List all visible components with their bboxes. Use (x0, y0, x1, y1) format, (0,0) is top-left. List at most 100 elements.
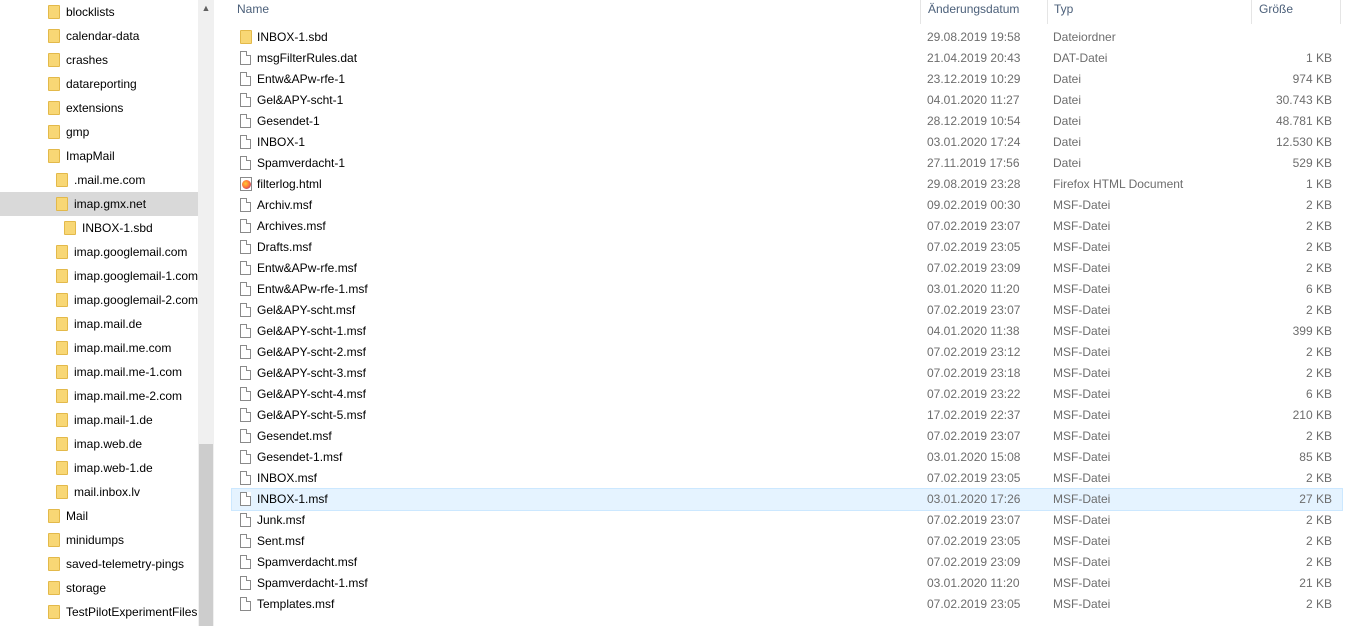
file-size: 2 KB (1305, 303, 1332, 317)
file-icon (240, 492, 251, 506)
nav-item[interactable]: Mail (0, 504, 198, 528)
file-type: MSF-Datei (1053, 240, 1111, 254)
file-row[interactable]: Spamverdacht-1 27.11.2019 17:56 Datei 529 K… (232, 153, 1342, 174)
file-row[interactable]: Gel&APY-scht-5.msf 17.02.2019 22:37 MSF-Da… (232, 405, 1342, 426)
nav-item[interactable]: imap.web-1.de (0, 456, 198, 480)
file-rows: INBOX-1.sbd 29.08.2019 19:58 Dateiordner ms… (231, 27, 1343, 615)
file-row[interactable]: Gesendet-1 28.12.2019 10:54 Datei 48.781 KB (232, 111, 1342, 132)
file-row[interactable]: Spamverdacht.msf 07.02.2019 23:09 MSF-Date… (232, 552, 1342, 573)
nav-item[interactable]: imap.web.de (0, 432, 198, 456)
nav-item[interactable]: imap.mail.me-2.com (0, 384, 198, 408)
file-date: 07.02.2019 23:07 (927, 303, 1021, 317)
file-date: 04.01.2020 11:38 (927, 324, 1020, 338)
file-size: 210 KB (1292, 408, 1332, 422)
column-separator[interactable] (1047, 0, 1048, 24)
file-date: 07.02.2019 23:09 (927, 261, 1021, 275)
nav-item-label: extensions (66, 101, 124, 115)
file-row[interactable]: INBOX-1.sbd 29.08.2019 19:58 Dateiordner (232, 27, 1342, 48)
file-row[interactable]: msgFilterRules.dat 21.04.2019 20:43 DAT-Da… (232, 48, 1342, 69)
file-size: 2 KB (1305, 555, 1332, 569)
nav-item[interactable]: imap.googlemail-1.com (0, 264, 198, 288)
nav-item[interactable]: imap.mail-1.de (0, 408, 198, 432)
nav-item[interactable]: ImapMail (0, 144, 198, 168)
file-row[interactable]: Gel&APY-scht-4.msf 07.02.2019 23:22 MSF-Da… (232, 384, 1342, 405)
nav-item[interactable]: imap.googlemail-2.com (0, 288, 198, 312)
file-date: 07.02.2019 23:07 (927, 513, 1021, 527)
file-name: Gel&APY-scht-5.msf (257, 408, 366, 422)
file-row[interactable]: Archiv.msf 09.02.2019 00:30 MSF-Datei 2 KB (232, 195, 1342, 216)
file-date: 29.08.2019 19:58 (927, 30, 1021, 44)
folder-icon (48, 605, 60, 619)
file-row[interactable]: INBOX-1.msf 03.01.2020 17:26 MSF-Datei 27 K… (231, 488, 1343, 511)
file-row[interactable]: Gesendet-1.msf 03.01.2020 15:08 MSF-Datei 8… (232, 447, 1342, 468)
file-type: Dateiordner (1053, 30, 1116, 44)
nav-item[interactable]: crashes (0, 48, 198, 72)
file-name: INBOX-1.sbd (257, 30, 328, 44)
folder-icon (56, 245, 68, 259)
nav-item[interactable]: minidumps (0, 528, 198, 552)
file-row[interactable]: INBOX-1 03.01.2020 17:24 Datei 12.530 KB (232, 132, 1342, 153)
file-row[interactable]: Gel&APY-scht-1 04.01.2020 11:27 Datei 30.74… (232, 90, 1342, 111)
file-row[interactable]: Archives.msf 07.02.2019 23:07 MSF-Datei 2 K… (232, 216, 1342, 237)
folder-icon (56, 437, 68, 451)
nav-scrollbar-thumb[interactable] (199, 444, 213, 626)
column-separator[interactable] (920, 0, 921, 24)
nav-item[interactable]: calendar-data (0, 24, 198, 48)
file-row[interactable]: Drafts.msf 07.02.2019 23:05 MSF-Datei 2 KB (232, 237, 1342, 258)
file-row[interactable]: Entw&APw-rfe-1.msf 03.01.2020 11:20 MSF-Da… (232, 279, 1342, 300)
chevron-up-icon[interactable]: ▲ (198, 0, 214, 17)
nav-item[interactable]: gmp (0, 120, 198, 144)
nav-item[interactable]: imap.mail.me.com (0, 336, 198, 360)
folder-icon (48, 557, 60, 571)
file-name: Gel&APY-scht-1.msf (257, 324, 366, 338)
folder-icon (48, 533, 60, 547)
file-row[interactable]: INBOX.msf 07.02.2019 23:05 MSF-Datei 2 KB (232, 468, 1342, 489)
column-header-size[interactable]: Größe (1259, 0, 1293, 20)
file-date: 28.12.2019 10:54 (927, 114, 1021, 128)
nav-item[interactable]: TestPilotExperimentFiles (0, 600, 198, 624)
file-icon (240, 261, 251, 275)
nav-item[interactable]: saved-telemetry-pings (0, 552, 198, 576)
file-row[interactable]: Entw&APw-rfe.msf 07.02.2019 23:09 MSF-Date… (232, 258, 1342, 279)
file-row[interactable]: Gel&APY-scht-2.msf 07.02.2019 23:12 MSF-Da… (232, 342, 1342, 363)
file-row[interactable]: Sent.msf 07.02.2019 23:05 MSF-Datei 2 KB (232, 531, 1342, 552)
nav-scrollbar[interactable]: ▲ (198, 0, 214, 626)
file-name: Archiv.msf (257, 198, 313, 212)
file-icon (240, 387, 251, 401)
file-row[interactable]: Gel&APY-scht-3.msf 07.02.2019 23:18 MSF-Da… (232, 363, 1342, 384)
nav-item[interactable]: imap.mail.de (0, 312, 198, 336)
file-row[interactable]: Gel&APY-scht-1.msf 04.01.2020 11:38 MSF-Da… (232, 321, 1342, 342)
file-name: msgFilterRules.dat (257, 51, 358, 65)
nav-item[interactable]: imap.googlemail.com (0, 240, 198, 264)
file-row[interactable]: Templates.msf 07.02.2019 23:05 MSF-Datei 2 … (232, 594, 1342, 615)
nav-item[interactable]: .mail.me.com (0, 168, 198, 192)
file-date: 04.01.2020 11:27 (927, 93, 1020, 107)
file-icon (240, 156, 251, 170)
nav-item[interactable]: storage (0, 576, 198, 600)
column-separator[interactable] (1251, 0, 1252, 24)
nav-item[interactable]: blocklists (0, 0, 198, 24)
nav-item[interactable]: mail.inbox.lv (0, 480, 198, 504)
file-date: 07.02.2019 23:05 (927, 597, 1021, 611)
file-row[interactable]: Gel&APY-scht.msf 07.02.2019 23:07 MSF-Date… (232, 300, 1342, 321)
file-name: Drafts.msf (257, 240, 312, 254)
nav-item[interactable]: imap.gmx.net (0, 192, 198, 216)
column-header-type[interactable]: Typ (1054, 0, 1073, 20)
column-separator[interactable] (1340, 0, 1341, 24)
file-date: 03.01.2020 11:20 (927, 576, 1020, 590)
column-header-date[interactable]: Änderungsdatum (928, 0, 1019, 20)
file-row[interactable]: Spamverdacht-1.msf 03.01.2020 11:20 MSF-Da… (232, 573, 1342, 594)
file-date: 07.02.2019 23:05 (927, 534, 1021, 548)
file-icon (240, 366, 251, 380)
nav-item[interactable]: extensions (0, 96, 198, 120)
nav-item[interactable]: imap.mail.me-1.com (0, 360, 198, 384)
file-row[interactable]: Entw&APw-rfe-1 23.12.2019 10:29 Datei 974 K… (232, 69, 1342, 90)
column-header-name[interactable]: Name (237, 0, 269, 20)
file-row[interactable]: Gesendet.msf 07.02.2019 23:07 MSF-Datei 2 K… (232, 426, 1342, 447)
file-row[interactable]: Junk.msf 07.02.2019 23:07 MSF-Datei 2 KB (232, 510, 1342, 531)
nav-item-label: imap.web-1.de (74, 461, 153, 475)
nav-item[interactable]: datareporting (0, 72, 198, 96)
folder-icon (56, 317, 68, 331)
file-row[interactable]: filterlog.html 29.08.2019 23:28 Firefox HT… (232, 174, 1342, 195)
nav-item[interactable]: INBOX-1.sbd (0, 216, 198, 240)
